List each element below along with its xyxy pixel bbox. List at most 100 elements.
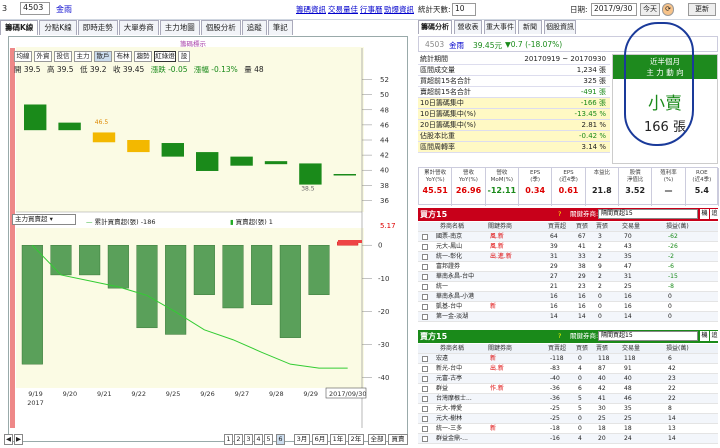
- today-button[interactable]: 今天: [640, 3, 660, 16]
- table-cell: 0: [578, 415, 582, 422]
- stock-name-link[interactable]: 金雨: [56, 4, 72, 15]
- range-button[interactable]: 2年: [348, 434, 364, 445]
- table-row[interactable]: 凱基-台中 新 16 16 0 16 0: [418, 302, 718, 312]
- indicator-select[interactable]: 主力買賣超 ▾: [12, 214, 76, 225]
- scroll-right-icon[interactable]: ▶: [14, 434, 23, 445]
- buy-machine-button[interactable]: 機: [700, 209, 709, 219]
- tab-notes[interactable]: 筆記: [267, 20, 293, 35]
- row-checkbox[interactable]: [422, 386, 428, 392]
- row-checkbox[interactable]: [422, 234, 428, 240]
- range-button[interactable]: 1: [224, 434, 233, 445]
- btn-retail[interactable]: 散戶: [94, 51, 112, 62]
- link-chip-info[interactable]: 籌碼資訊: [296, 4, 326, 15]
- row-checkbox[interactable]: [422, 294, 428, 300]
- btn-foreign[interactable]: 外資: [34, 51, 52, 62]
- refresh-button[interactable]: 更新: [688, 3, 716, 16]
- sell-track-button[interactable]: 追: [710, 331, 719, 341]
- table-row[interactable]: 富邦證券 29 38 9 47 -6: [418, 262, 718, 272]
- sell-machine-button[interactable]: 機: [700, 331, 709, 341]
- table-cell: 0: [668, 313, 672, 320]
- scroll-left-icon[interactable]: ◀: [4, 434, 13, 445]
- tab-realtime[interactable]: 即時走勢: [77, 20, 118, 35]
- row-checkbox[interactable]: [422, 244, 428, 250]
- metric-cell: 累計營收 YoY(%) 45.51: [419, 168, 453, 206]
- link-hot-info[interactable]: 勁爆資訊: [384, 4, 414, 15]
- tab-events[interactable]: 重大事件: [484, 20, 516, 34]
- days-select[interactable]: 10: [452, 3, 476, 16]
- tab-news[interactable]: 新聞: [518, 20, 542, 34]
- range-button[interactable]: 全部: [368, 434, 386, 445]
- range-button[interactable]: 4: [254, 434, 263, 445]
- table-row[interactable]: 第一金-淡湖 14 14 0 14 0: [418, 312, 718, 322]
- row-checkbox[interactable]: [422, 304, 428, 310]
- btn-major[interactable]: 主力: [74, 51, 92, 62]
- row-checkbox[interactable]: [422, 436, 428, 442]
- row-checkbox[interactable]: [422, 406, 428, 412]
- table-row[interactable]: 統一-彰化 出.進.新 31 33 2 35 -2: [418, 252, 718, 262]
- table-row[interactable]: 元富-古亭 -40 0 40 40 23: [418, 374, 718, 384]
- tab-big-brokers[interactable]: 大單券商: [118, 20, 159, 35]
- tab-tracking[interactable]: 追蹤: [241, 20, 267, 35]
- row-checkbox[interactable]: [422, 264, 428, 270]
- row-checkbox[interactable]: [422, 426, 428, 432]
- row-checkbox[interactable]: [422, 274, 428, 280]
- date-input[interactable]: 2017/9/30: [591, 3, 637, 16]
- row-checkbox[interactable]: [422, 376, 428, 382]
- table-row[interactable]: 統一 21 23 2 25 -8: [418, 282, 718, 292]
- tab-chip-kline[interactable]: 籌碼K線: [0, 20, 39, 35]
- tab-stock-analysis[interactable]: 個股分析: [200, 20, 241, 35]
- table-cell: 風.新: [490, 243, 504, 250]
- stats-value: 3.14 %: [581, 143, 606, 151]
- tab-major-map[interactable]: 主力地圖: [159, 20, 200, 35]
- table-row[interactable]: 統一-三多 新 -18 0 18 18 13: [418, 424, 718, 434]
- table-row[interactable]: 華南永昌-小港 16 16 0 16 0: [418, 292, 718, 302]
- table-row[interactable]: 宏遠 新 -118 0 118 118 6: [418, 354, 718, 364]
- table-row[interactable]: 群益 作.新 -36 6 42 48 22: [418, 384, 718, 394]
- tab-revenue[interactable]: 營收表: [454, 20, 482, 34]
- row-checkbox[interactable]: [422, 366, 428, 372]
- tab-stock-info[interactable]: 個股資訊: [544, 20, 576, 34]
- row-checkbox[interactable]: [422, 356, 428, 362]
- range-button[interactable]: 6月: [312, 434, 328, 445]
- stock-code-input[interactable]: 4503: [20, 2, 50, 15]
- table-row[interactable]: 群益金鼎-... -16 4 20 24 14: [418, 434, 718, 444]
- sell-key-select[interactable]: 隔間買超15: [598, 331, 698, 341]
- range-button[interactable]: 3月: [294, 434, 310, 445]
- link-calendar[interactable]: 行事曆: [360, 4, 383, 15]
- sell-help-icon[interactable]: ?: [558, 330, 561, 343]
- table-row[interactable]: 台灣摩根士... -36 5 41 46 22: [418, 394, 718, 404]
- table-row[interactable]: 元大-樹林 -25 0 25 25 14: [418, 414, 718, 424]
- refresh-icon[interactable]: ⟳: [662, 3, 674, 16]
- row-checkbox[interactable]: [422, 284, 428, 290]
- btn-traffic-light[interactable]: 紅綠燈: [154, 51, 176, 62]
- row-checkbox[interactable]: [422, 314, 428, 320]
- btn-trend[interactable]: 趨勢: [134, 51, 152, 62]
- row-checkbox[interactable]: [422, 396, 428, 402]
- range-button[interactable]: 2: [234, 434, 243, 445]
- table-cell: 47: [624, 263, 632, 270]
- buy-key-select[interactable]: 隔間買超15: [598, 209, 698, 219]
- link-volume[interactable]: 交易量佳: [328, 4, 358, 15]
- row-checkbox[interactable]: [422, 416, 428, 422]
- table-row[interactable]: 新光-台中 出.新 -83 4 87 91 42: [418, 364, 718, 374]
- chart-marker-dropdown[interactable]: 籌碼標示: [180, 38, 206, 48]
- table-row[interactable]: 華南永昌-台中 27 29 2 31 -15: [418, 272, 718, 282]
- table-cell: 118: [624, 355, 636, 362]
- btn-ma[interactable]: 均線: [14, 51, 32, 62]
- tab-chip-analysis[interactable]: 籌碼分析: [418, 20, 452, 34]
- range-button[interactable]: 5: [264, 434, 273, 445]
- table-row[interactable]: 元大-博愛 -25 5 30 35 8: [418, 404, 718, 414]
- tab-branch-kline[interactable]: 分點K線: [39, 20, 77, 35]
- buy-help-icon[interactable]: ?: [558, 208, 561, 221]
- table-row[interactable]: 國票-南京 風.新 64 67 3 70 -62: [418, 232, 718, 242]
- table-row[interactable]: 元大-鳳山 風.新 39 41 2 43 -26: [418, 242, 718, 252]
- buy-track-button[interactable]: 追: [710, 209, 719, 219]
- range-button[interactable]: 6: [276, 434, 285, 445]
- range-button[interactable]: 3: [244, 434, 253, 445]
- range-button[interactable]: 買賣: [388, 434, 408, 445]
- btn-bollinger[interactable]: 布林: [114, 51, 132, 62]
- btn-settings[interactable]: 設: [178, 51, 190, 62]
- row-checkbox[interactable]: [422, 254, 428, 260]
- btn-trust[interactable]: 投信: [54, 51, 72, 62]
- range-button[interactable]: 1年: [330, 434, 346, 445]
